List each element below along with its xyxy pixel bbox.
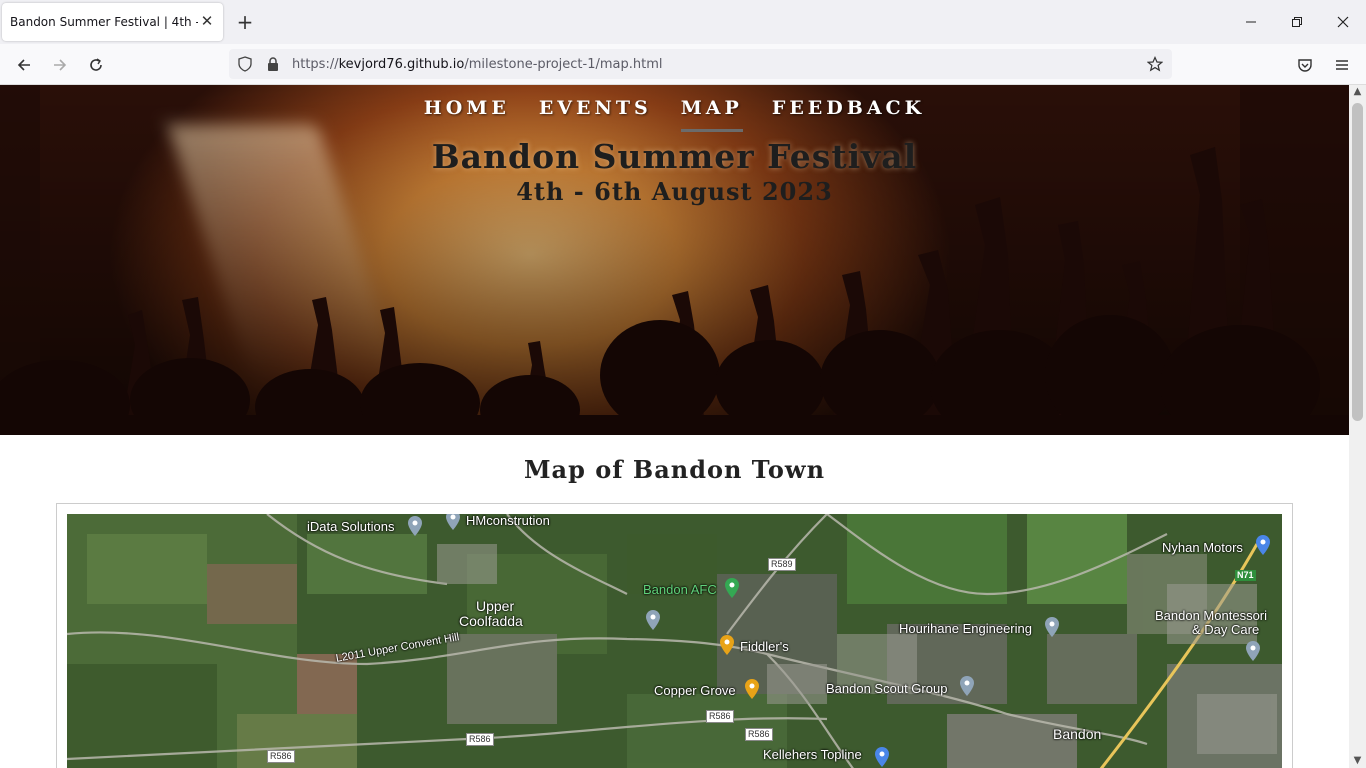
road-marker: R586 [706,710,734,723]
map-label: Hourihane Engineering [899,621,1032,636]
page-title: Map of Bandon Town [523,455,826,484]
map-label: Nyhan Motors [1162,540,1243,555]
forward-icon[interactable] [47,52,73,78]
map-label: Bandon Scout Group [826,681,948,696]
map-label: Fiddler's [740,639,789,654]
scroll-up-icon[interactable]: ▲ [1349,85,1366,99]
road-marker: R586 [267,750,295,763]
map-label: Coolfadda [459,613,523,629]
browser-toolbar: https://kevjord76.github.io/milestone-pr… [0,44,1366,85]
close-window-icon[interactable] [1328,8,1358,36]
lock-icon[interactable] [265,56,281,72]
url-host: kevjord76.github.io [338,57,465,72]
page-scrollbar[interactable]: ▲ ▼ [1349,85,1366,768]
menu-icon[interactable] [1329,52,1355,78]
reload-icon[interactable] [83,52,109,78]
scroll-down-icon[interactable]: ▼ [1349,754,1366,768]
road-marker: R586 [745,728,773,741]
map-pin-icon[interactable] [1245,641,1261,661]
restore-icon[interactable] [1282,8,1312,36]
hero-subtitle: 4th - 6th August 2023 [516,177,833,206]
tab-title: Bandon Summer Festival | 4th - 6th Augus… [10,15,198,29]
map-label: Kellehers Topline [763,747,862,762]
nav-home-link[interactable]: HOME [424,97,510,132]
browser-tab[interactable]: Bandon Summer Festival | 4th - 6th Augus… [2,3,223,41]
school-pin-icon[interactable] [645,610,661,630]
nav-feedback-link[interactable]: FEEDBACK [772,97,925,132]
map-label: Bandon AFC [643,582,717,597]
address-bar[interactable]: https://kevjord76.github.io/milestone-pr… [229,49,1172,79]
map-label: Bandon Montessori [1155,608,1268,623]
nav-events-link[interactable]: EVENTS [539,97,652,132]
main-nav: HOME EVENTS MAP FEEDBACK [0,97,1349,132]
new-tab-icon[interactable]: + [234,11,256,33]
scroll-thumb[interactable] [1352,103,1363,421]
embedded-google-map[interactable]: iData Solutions HMconstrution Upper Cool… [67,514,1282,768]
pocket-icon[interactable] [1292,52,1318,78]
road-marker: R586 [466,733,494,746]
nav-map-link[interactable]: MAP [680,97,743,132]
map-container: iData Solutions HMconstrution Upper Cool… [56,503,1293,768]
sports-pin-icon[interactable] [724,578,740,598]
map-label: Upper [476,598,515,614]
road-marker: R589 [768,558,796,571]
map-label: iData Solutions [307,519,395,534]
map-label: HMconstrution [466,514,550,528]
restaurant-pin-icon[interactable] [744,679,760,699]
map-pin-icon[interactable] [407,516,423,536]
map-label: Bandon [1053,726,1102,742]
url-scheme: https:// [292,57,339,72]
bookmark-star-icon[interactable] [1147,56,1163,72]
page-viewport: HOME EVENTS MAP FEEDBACK Bandon Summer F… [0,85,1349,768]
tab-close-icon[interactable]: ✕ [199,13,215,29]
url-path: /milestone-project-1/map.html [464,57,663,72]
map-pin-icon[interactable] [445,514,461,530]
shield-icon[interactable] [237,56,253,72]
bar-pin-icon[interactable] [719,635,735,655]
tab-bar: Bandon Summer Festival | 4th - 6th Augus… [0,0,1366,44]
map-label: Copper Grove [654,683,736,698]
shop-pin-icon[interactable] [874,747,890,767]
url-text[interactable]: https://kevjord76.github.io/milestone-pr… [292,57,662,72]
road-marker: N71 [1235,570,1256,581]
map-pin-icon[interactable] [1044,617,1060,637]
map-label: & Day Care [1192,622,1260,637]
minimize-icon[interactable] [1236,8,1266,36]
shop-pin-icon[interactable] [1255,535,1271,555]
hero-banner: HOME EVENTS MAP FEEDBACK Bandon Summer F… [0,85,1349,435]
map-pin-icon[interactable] [959,676,975,696]
back-icon[interactable] [11,52,37,78]
hero-title: Bandon Summer Festival [431,137,918,176]
